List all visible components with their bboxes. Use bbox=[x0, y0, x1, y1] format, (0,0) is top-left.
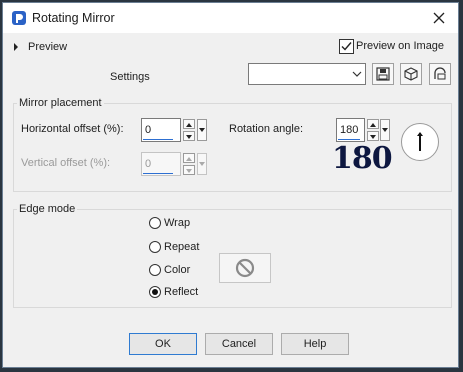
spin-down-icon[interactable] bbox=[183, 165, 195, 175]
save-preset-button[interactable] bbox=[372, 63, 394, 85]
radio-label: Reflect bbox=[164, 286, 199, 298]
app-icon bbox=[12, 11, 26, 25]
radio-circle[interactable] bbox=[149, 264, 161, 276]
dropdown-arrow-icon[interactable] bbox=[352, 68, 362, 80]
radio-circle[interactable] bbox=[149, 241, 161, 253]
horizontal-offset-label: Horizontal offset (%): bbox=[21, 123, 124, 135]
radio-circle[interactable] bbox=[149, 217, 161, 229]
preset-combobox[interactable] bbox=[248, 63, 366, 85]
spin-up-icon[interactable] bbox=[183, 119, 195, 129]
randomize-button[interactable] bbox=[429, 63, 451, 85]
ok-button[interactable]: OK bbox=[129, 333, 197, 355]
save-preset-icon bbox=[376, 67, 390, 81]
vertical-offset-spinner[interactable]: 0 bbox=[141, 152, 207, 176]
rotation-angle-label: Rotation angle: bbox=[229, 123, 303, 135]
spin-up-icon[interactable] bbox=[183, 153, 195, 163]
radio-label: Wrap bbox=[164, 217, 191, 229]
spin-buttons[interactable] bbox=[367, 119, 379, 141]
spin-up-icon[interactable] bbox=[367, 119, 379, 129]
rotation-angle-spinner[interactable]: 180 bbox=[336, 118, 402, 142]
random-icon bbox=[434, 67, 446, 80]
preview-on-image-label: Preview on Image bbox=[356, 40, 445, 52]
checkbox-box[interactable] bbox=[339, 39, 354, 54]
title-bar: Rotating Mirror bbox=[3, 3, 458, 33]
spin-down-icon[interactable] bbox=[183, 131, 195, 141]
rotating-mirror-dialog: Rotating Mirror Preview Preview on Image… bbox=[2, 2, 459, 368]
value-dropdown-icon[interactable] bbox=[380, 119, 390, 141]
reset-cube-icon bbox=[404, 67, 418, 81]
cancel-button[interactable]: Cancel bbox=[205, 333, 273, 355]
radio-label: Color bbox=[164, 264, 191, 276]
reset-defaults-button[interactable] bbox=[400, 63, 422, 85]
angle-pointer-icon bbox=[417, 132, 423, 151]
expand-triangle-icon bbox=[14, 43, 18, 51]
radio-label: Repeat bbox=[164, 241, 200, 253]
value-dropdown-icon[interactable] bbox=[197, 119, 207, 141]
horizontal-offset-spinner[interactable]: 0 bbox=[141, 118, 207, 142]
mirror-placement-title: Mirror placement bbox=[17, 97, 104, 109]
radio-circle[interactable] bbox=[149, 286, 161, 298]
vertical-offset-label: Vertical offset (%): bbox=[21, 157, 111, 169]
focus-underline bbox=[338, 139, 360, 140]
rotation-dial[interactable] bbox=[401, 123, 439, 161]
spin-buttons[interactable] bbox=[183, 119, 195, 141]
edge-mode-title: Edge mode bbox=[17, 203, 78, 215]
settings-label: Settings bbox=[110, 71, 150, 83]
focus-underline bbox=[143, 173, 173, 174]
edge-color-swatch[interactable] bbox=[219, 253, 271, 283]
value-dropdown-icon[interactable] bbox=[197, 153, 207, 175]
help-button[interactable]: Help bbox=[281, 333, 349, 355]
close-icon[interactable] bbox=[428, 7, 450, 29]
focus-underline bbox=[143, 139, 173, 140]
spin-down-icon[interactable] bbox=[367, 131, 379, 141]
checkmark-icon bbox=[341, 42, 352, 51]
spin-buttons[interactable] bbox=[183, 153, 195, 175]
no-color-icon bbox=[235, 258, 255, 278]
window-title: Rotating Mirror bbox=[32, 11, 115, 25]
preview-label: Preview bbox=[28, 41, 68, 53]
rotation-angle-overlay: 180 bbox=[332, 141, 393, 176]
